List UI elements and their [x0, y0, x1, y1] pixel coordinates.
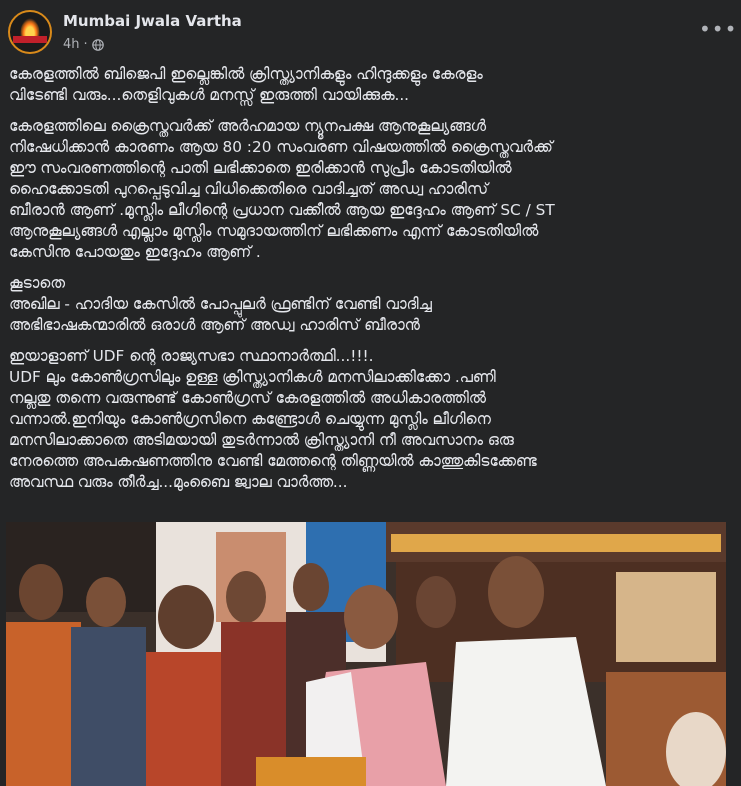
page-name-link[interactable]: Mumbai Jwala Vartha	[63, 12, 242, 30]
post-text-line: വന്നാൽ.ഇനിയും കോൺഗ്രസിനെ കണ്ട്രോൾ ചെയ്യു…	[9, 410, 491, 428]
post-meta: 4h ·	[63, 37, 104, 52]
post-text-line: ഈ സംവരണത്തിന്റെ പാതി ലഭിക്കാതെ ഇരിക്കാൻ …	[9, 159, 512, 177]
post-text-line: ഹൈക്കോടതി പുറപ്പെടുവിച്ച വിധിക്കെതിരെ വാ…	[9, 180, 488, 198]
post-text-line: ആനുകൂല്യങ്ങൾ എല്ലാം മുസ്ലിം സമുദായത്തിന്…	[9, 222, 539, 240]
post-text-line: കേസിനു പോയതും ഇദ്ദേഹം ആണ് .	[9, 243, 261, 261]
post-photo[interactable]	[6, 522, 726, 786]
more-options-button[interactable]: •••	[699, 18, 736, 46]
post-text-line: അഭിഭാഷകന്മാരിൽ ഒരാൾ ആണ് അഡ്വ ഹാരിസ് ബീരാ…	[9, 316, 420, 334]
post-header: Mumbai Jwala Vartha 4h · •••	[0, 0, 741, 62]
post-text-line: ബീരാൻ ആണ് .മുസ്ലിം ലീഗിന്റെ പ്രധാന വക്കീ…	[9, 201, 555, 219]
facebook-post: Mumbai Jwala Vartha 4h · ••• കേരളത്തിൽ ബ…	[0, 0, 741, 786]
logo-band	[13, 36, 47, 43]
post-text-line: നിഷേധിക്കാൻ കാരണം ആയ 80 :20 സംവരണ വിഷയത്…	[9, 138, 553, 156]
post-text-line: അഖില - ഹാദിയ കേസിൽ പോപ്പുലർ ഫ്രണ്ടിന് വേ…	[9, 295, 432, 313]
post-time[interactable]: 4h	[63, 37, 80, 52]
post-text: കേരളത്തിൽ ബിജെപി ഇല്ലെങ്കിൽ ക്രിസ്ത്യാനി…	[9, 64, 731, 503]
more-options-icon: •••	[699, 17, 738, 41]
post-text-line: UDF ലും കോൺഗ്രസിലും ഉള്ള ക്രിസ്ത്യാനികൾ …	[9, 368, 496, 386]
post-text-line: കേരളത്തിലെ ക്രൈസ്തവർക്ക് അർഹമായ ന്യൂനപക്…	[9, 117, 486, 135]
post-paragraph: കൂടാതെ അഖില - ഹാദിയ കേസിൽ പോപ്പുലർ ഫ്രണ്ട…	[9, 273, 731, 336]
post-text-line: നല്ലതു തന്നെ വരുന്നുണ്ട് കോൺഗ്രസ് കേരളത്…	[9, 389, 486, 407]
page-avatar[interactable]	[8, 10, 52, 54]
globe-icon	[91, 38, 104, 51]
post-paragraph: കേരളത്തിൽ ബിജെപി ഇല്ലെങ്കിൽ ക്രിസ്ത്യാനി…	[9, 64, 731, 106]
meta-separator: ·	[83, 37, 88, 52]
photo-scene	[6, 522, 726, 786]
post-text-line: മനസിലാക്കാതെ അടിമയായി തുടർന്നാൽ ക്രിസ്ത്…	[9, 431, 514, 449]
post-text-line: ഇയാളാണ് UDF ന്റെ രാജ്യസഭാ സ്ഥാനാർത്ഥി...…	[9, 347, 374, 365]
post-text-line: അവസ്ഥ വരും തീർച്ച...മുംബൈ ജ്വാല വാർത്ത..…	[9, 473, 348, 491]
post-text-line: കൂടാതെ	[9, 274, 65, 292]
post-text-line: നേരത്തെ അപകഷണത്തിനു വേണ്ടി മേത്തന്റെ തിണ…	[9, 452, 537, 470]
post-text-line: വിടേണ്ടി വരും...തെളിവുകൾ മനസ്സ് ഇരുത്തി …	[9, 86, 410, 104]
post-paragraph: കേരളത്തിലെ ക്രൈസ്തവർക്ക് അർഹമായ ന്യൂനപക്…	[9, 116, 731, 263]
post-paragraph: ഇയാളാണ് UDF ന്റെ രാജ്യസഭാ സ്ഥാനാർത്ഥി...…	[9, 346, 731, 493]
post-text-line: കേരളത്തിൽ ബിജെപി ഇല്ലെങ്കിൽ ക്രിസ്ത്യാനി…	[9, 65, 483, 83]
